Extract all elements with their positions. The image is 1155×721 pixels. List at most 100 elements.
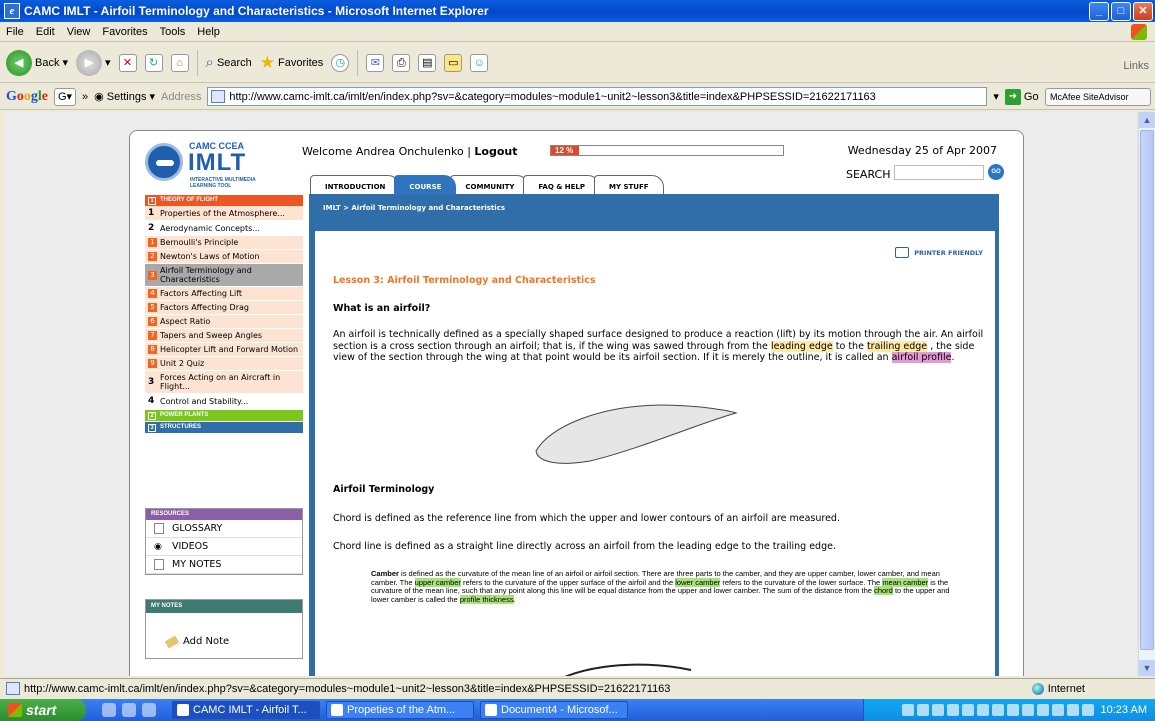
nav-lesson-8[interactable]: 6 Aspect Ratio bbox=[145, 315, 303, 329]
tray-icon[interactable] bbox=[1036, 704, 1049, 716]
nav-lesson-7[interactable]: 5 Factors Affecting Drag bbox=[145, 301, 303, 315]
taskbar-item-document4[interactable]: Document4 - Microsof... bbox=[480, 701, 628, 719]
tab-course[interactable]: COURSE bbox=[394, 175, 457, 195]
glossary-term-trailing-edge[interactable]: trailing edge bbox=[866, 340, 928, 352]
tray-icon[interactable] bbox=[1081, 704, 1094, 716]
links-label[interactable]: Links bbox=[1123, 60, 1149, 72]
nav-lesson-11[interactable]: 9 Unit 2 Quiz bbox=[145, 357, 303, 371]
glossary-term-lower-camber[interactable]: lower camber bbox=[675, 577, 721, 587]
nav-lesson-3[interactable]: 1 Bernoulli's Principle bbox=[145, 236, 303, 250]
tray-icon[interactable] bbox=[931, 704, 944, 716]
back-label: Back bbox=[35, 56, 60, 69]
menu-edit[interactable]: Edit bbox=[36, 26, 55, 38]
taskbar-item-properties[interactable]: Propeties of the Atm... bbox=[326, 701, 474, 719]
settings-button[interactable]: ◉ Settings ▾ bbox=[94, 90, 155, 104]
edit-icon[interactable]: ▤ bbox=[418, 53, 437, 72]
home-icon[interactable]: ⌂ bbox=[170, 53, 189, 72]
glossary-term-leading-edge[interactable]: leading edge bbox=[770, 340, 833, 352]
glossary-term-upper-camber[interactable]: upper camber bbox=[414, 577, 461, 587]
folder-icon[interactable]: ▭ bbox=[444, 53, 463, 72]
imlt-logo[interactable]: CAMC CCEA IMLT INTERACTIVE MULTIMEDIA LE… bbox=[145, 141, 275, 191]
nav-lesson-4[interactable]: 2 Newton's Laws of Motion bbox=[145, 250, 303, 264]
scroll-down-arrow-icon[interactable]: ▼ bbox=[1139, 660, 1155, 676]
logout-link[interactable]: Logout bbox=[474, 145, 517, 158]
menu-tools[interactable]: Tools bbox=[160, 26, 186, 38]
tray-icon[interactable] bbox=[976, 704, 989, 716]
tab-community[interactable]: COMMUNITY bbox=[450, 175, 530, 195]
messenger-icon[interactable]: ☺ bbox=[470, 53, 489, 72]
tray-icon[interactable] bbox=[901, 704, 914, 716]
google-search-dropdown[interactable]: G▾ bbox=[54, 87, 76, 106]
taskbar-item-camc-imlt[interactable]: CAMC IMLT - Airfoil T... bbox=[172, 701, 320, 719]
menu-favorites[interactable]: Favorites bbox=[102, 26, 147, 38]
camber-diagram-image bbox=[564, 663, 692, 676]
go-button[interactable]: ➜ Go bbox=[1004, 88, 1039, 105]
printer-friendly-link[interactable]: PRINTER FRIENDLY bbox=[895, 247, 983, 258]
resource-videos[interactable]: ◉ VIDEOS bbox=[146, 538, 302, 556]
mail-icon[interactable]: ✉ bbox=[366, 53, 385, 72]
glossary-term-chord[interactable]: chord bbox=[874, 586, 893, 596]
search-go-button[interactable]: GO bbox=[988, 164, 1004, 180]
nav-lesson-9[interactable]: 7 Tapers and Sweep Angles bbox=[145, 329, 303, 343]
nav-lesson-5[interactable]: 3 Airfoil Terminology and Characteristics bbox=[145, 264, 303, 287]
module-power-plants[interactable]: 2 POWER PLANTS bbox=[145, 410, 303, 421]
tray-icon[interactable] bbox=[991, 704, 1004, 716]
refresh-icon[interactable]: ↻ bbox=[144, 53, 163, 72]
tab-introduction[interactable]: INTRODUCTION bbox=[310, 175, 401, 195]
outlook-quicklaunch-icon[interactable] bbox=[122, 703, 136, 717]
ie-quicklaunch-icon[interactable] bbox=[102, 703, 116, 717]
back-dropdown-icon[interactable]: ▾ bbox=[62, 56, 68, 69]
tray-icon[interactable] bbox=[1021, 704, 1034, 716]
nav-lesson-10[interactable]: 8 Helicopter Lift and Forward Motion bbox=[145, 343, 303, 357]
menu-file[interactable]: File bbox=[6, 26, 24, 38]
tray-icon[interactable] bbox=[916, 704, 929, 716]
back-button[interactable]: ◀ Back ▾ bbox=[6, 49, 68, 76]
search-icon: ⌕ bbox=[205, 54, 214, 71]
print-icon[interactable]: ⎙ bbox=[392, 53, 411, 72]
desktop-quicklaunch-icon[interactable] bbox=[142, 703, 156, 717]
address-dropdown-icon[interactable]: ▾ bbox=[993, 90, 999, 103]
history-icon[interactable]: ◷ bbox=[331, 53, 350, 72]
module-number: 1 bbox=[148, 196, 156, 205]
stop-icon[interactable]: ✕ bbox=[118, 53, 137, 72]
menu-help[interactable]: Help bbox=[197, 26, 220, 38]
glossary-term-mean-camber[interactable]: mean camber bbox=[882, 577, 929, 587]
tray-icon[interactable] bbox=[961, 704, 974, 716]
tray-icon[interactable] bbox=[946, 704, 959, 716]
tray-icon[interactable] bbox=[1051, 704, 1064, 716]
forward-dropdown-icon[interactable]: ▾ bbox=[105, 56, 111, 69]
close-button[interactable]: ✕ bbox=[1133, 2, 1153, 21]
scroll-thumb[interactable] bbox=[1140, 130, 1154, 650]
resource-my-notes[interactable]: MY NOTES bbox=[146, 556, 302, 574]
maximize-button[interactable]: □ bbox=[1111, 2, 1131, 21]
minimize-button[interactable]: _ bbox=[1089, 2, 1109, 21]
favorites-button[interactable]: ★ Favorites bbox=[260, 53, 324, 73]
site-search-input[interactable] bbox=[894, 165, 984, 180]
glossary-term-profile-thickness[interactable]: profile thickness bbox=[459, 595, 514, 605]
forward-button[interactable]: ▶ ▾ bbox=[76, 49, 111, 76]
search-button[interactable]: ⌕ Search bbox=[206, 54, 252, 71]
menu-view[interactable]: View bbox=[67, 26, 91, 38]
tray-icon[interactable] bbox=[1006, 704, 1019, 716]
google-toolbar-logo[interactable]: Google bbox=[6, 89, 48, 105]
nav-unit-12[interactable]: 3 Forces Acting on an Aircraft in Flight.… bbox=[145, 371, 303, 394]
start-button[interactable]: start bbox=[0, 699, 86, 721]
resource-glossary[interactable]: GLOSSARY bbox=[146, 520, 302, 538]
tray-icon[interactable] bbox=[1066, 704, 1079, 716]
nav-unit-13[interactable]: 4 Control and Stability... bbox=[145, 394, 303, 409]
scroll-up-arrow-icon[interactable]: ▲ bbox=[1139, 112, 1155, 128]
vertical-scrollbar[interactable]: ▲ ▼ bbox=[1138, 112, 1155, 676]
item-label: Airfoil Terminology and Characteristics bbox=[160, 266, 252, 284]
add-note-button[interactable]: Add Note bbox=[164, 635, 229, 648]
tab-my-stuff[interactable]: MY STUFF bbox=[593, 175, 664, 195]
glossary-term-airfoil-profile[interactable]: airfoil profile bbox=[891, 352, 952, 363]
tab-faq-help[interactable]: FAQ & HELP bbox=[523, 175, 600, 195]
google-go-icon[interactable]: » bbox=[82, 91, 88, 103]
nav-unit-2[interactable]: 2 Aerodynamic Concepts... bbox=[145, 221, 303, 236]
mcafee-siteadvisor-button[interactable]: McAfee SiteAdvisor bbox=[1045, 88, 1151, 106]
address-field[interactable]: http://www.camc-imlt.ca/imlt/en/index.ph… bbox=[207, 87, 988, 106]
module-structures[interactable]: 3 STRUCTURES bbox=[145, 422, 303, 433]
nav-unit-1[interactable]: 1 Properties of the Atmosphere... bbox=[145, 206, 303, 221]
nav-lesson-6[interactable]: 4 Factors Affecting Lift bbox=[145, 287, 303, 301]
module-theory-of-flight[interactable]: 1 THEORY OF FLIGHT bbox=[145, 195, 303, 206]
